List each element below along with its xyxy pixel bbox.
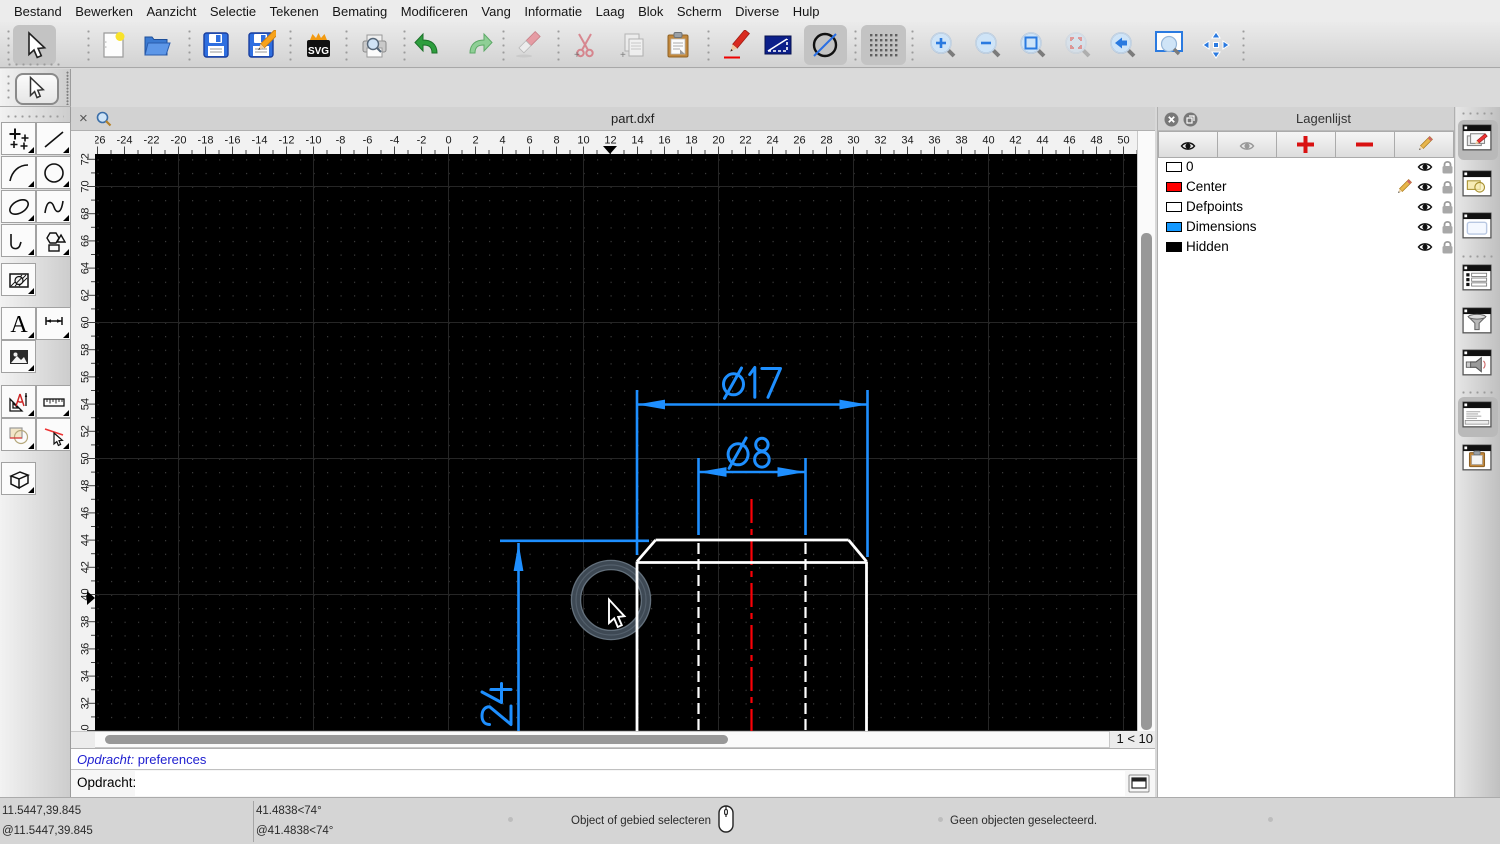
svg-text:46: 46	[1063, 135, 1075, 147]
svg-text:-16: -16	[225, 135, 241, 147]
svg-text:56: 56	[79, 371, 91, 383]
svg-text:54: 54	[79, 398, 91, 410]
svg-text:34: 34	[901, 135, 913, 147]
svg-text:6: 6	[526, 135, 532, 147]
svg-text:18: 18	[685, 135, 697, 147]
svg-text:70: 70	[79, 180, 91, 192]
svg-text:50: 50	[1117, 135, 1129, 147]
svg-text:38: 38	[955, 135, 967, 147]
svg-text:24: 24	[766, 135, 778, 147]
svg-text:A: A	[10, 312, 28, 336]
svg-text:SVG: SVG	[308, 46, 329, 57]
svg-text:72: 72	[79, 153, 91, 165]
svg-text:44: 44	[1036, 135, 1048, 147]
svg-text:68: 68	[79, 208, 91, 220]
svg-text:8: 8	[553, 135, 559, 147]
svg-text:-22: -22	[144, 135, 160, 147]
svg-text:-20: -20	[171, 135, 187, 147]
svg-text:28: 28	[820, 135, 832, 147]
svg-text:-4: -4	[390, 135, 400, 147]
svg-text:42: 42	[1009, 135, 1021, 147]
svg-text:-12: -12	[279, 135, 295, 147]
svg-text:36: 36	[928, 135, 940, 147]
svg-text:32: 32	[79, 697, 91, 709]
svg-text:38: 38	[79, 616, 91, 628]
svg-text:64: 64	[79, 262, 91, 274]
svg-text:62: 62	[79, 289, 91, 301]
svg-text:48: 48	[79, 480, 91, 492]
svg-text:44: 44	[79, 534, 91, 546]
svg-text:-2: -2	[417, 135, 427, 147]
svg-text:66: 66	[79, 235, 91, 247]
svg-text:34: 34	[79, 670, 91, 682]
svg-text:4: 4	[499, 135, 505, 147]
svg-text:26: 26	[793, 135, 805, 147]
svg-text:-8: -8	[336, 135, 346, 147]
svg-text:0: 0	[445, 135, 451, 147]
svg-text:12: 12	[604, 135, 616, 147]
svg-text:50: 50	[79, 452, 91, 464]
svg-text:52: 52	[79, 425, 91, 437]
svg-text:32: 32	[874, 135, 886, 147]
svg-text:30: 30	[847, 135, 859, 147]
svg-text:20: 20	[712, 135, 724, 147]
svg-text:14: 14	[631, 135, 643, 147]
svg-text:2: 2	[472, 135, 478, 147]
svg-text:16: 16	[658, 135, 670, 147]
svg-text:40: 40	[982, 135, 994, 147]
svg-text:+: +	[574, 50, 580, 60]
svg-text:-24: -24	[117, 135, 133, 147]
svg-text:-10: -10	[306, 135, 322, 147]
svg-text:10: 10	[577, 135, 589, 147]
svg-text:48: 48	[1090, 135, 1102, 147]
svg-text:+: +	[620, 50, 626, 60]
svg-text:42: 42	[79, 561, 91, 573]
svg-text:-18: -18	[198, 135, 214, 147]
svg-text:60: 60	[79, 316, 91, 328]
svg-text:-6: -6	[363, 135, 373, 147]
svg-text:22: 22	[739, 135, 751, 147]
svg-text:30: 30	[79, 724, 91, 731]
svg-text:36: 36	[79, 643, 91, 655]
svg-text:46: 46	[79, 507, 91, 519]
svg-text:58: 58	[79, 344, 91, 356]
svg-text:-26: -26	[95, 135, 105, 147]
svg-text:-14: -14	[252, 135, 268, 147]
